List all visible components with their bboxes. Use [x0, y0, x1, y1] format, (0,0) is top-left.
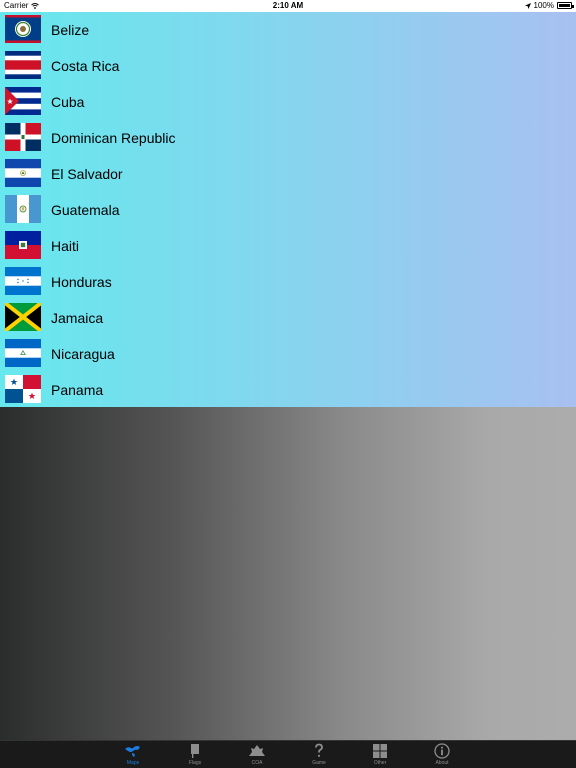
haiti-flag-icon	[5, 231, 41, 259]
list-item-guatemala[interactable]: Guatemala	[0, 192, 576, 228]
tab-bar: Maps Flags COA Game Other About	[0, 740, 576, 768]
guatemala-flag-icon	[5, 195, 41, 223]
list-item-el-salvador[interactable]: El Salvador	[0, 156, 576, 192]
list-item-panama[interactable]: Panama	[0, 372, 576, 408]
map-background	[0, 407, 576, 740]
list-item-jamaica[interactable]: Jamaica	[0, 300, 576, 336]
jamaica-flag-icon	[5, 303, 41, 331]
tab-about[interactable]: About	[417, 741, 467, 768]
coa-icon	[249, 744, 265, 756]
country-name: Dominican Republic	[51, 130, 176, 146]
tab-game[interactable]: Game	[294, 741, 344, 768]
panama-flag-icon	[5, 375, 41, 403]
country-list[interactable]: Belize Costa Rica Cuba Dominican Republi…	[0, 12, 576, 407]
country-name: Cuba	[51, 94, 85, 110]
dominican-republic-flag-icon	[5, 123, 41, 151]
status-bar: Carrier 2:10 AM 100%	[0, 0, 576, 12]
tab-label: Other	[373, 760, 387, 766]
tab-label: Flags	[188, 760, 202, 766]
country-name: El Salvador	[51, 166, 123, 182]
maps-icon	[125, 745, 140, 757]
location-arrow-icon	[524, 2, 531, 9]
nicaragua-flag-icon	[5, 339, 41, 367]
country-name: Honduras	[51, 274, 112, 290]
belize-flag-icon	[5, 15, 41, 43]
country-name: Nicaragua	[51, 346, 115, 362]
tab-label: Game	[312, 760, 326, 766]
country-name: Haiti	[51, 238, 80, 254]
tab-other[interactable]: Other	[355, 741, 405, 768]
tab-maps[interactable]: Maps	[108, 741, 158, 768]
tab-label: About	[435, 760, 449, 766]
list-item-nicaragua[interactable]: Nicaragua	[0, 336, 576, 372]
grid-icon	[373, 743, 387, 758]
tab-flags[interactable]: Flags	[170, 741, 220, 768]
cuba-flag-icon	[5, 87, 41, 115]
list-item-belize[interactable]: Belize	[0, 12, 576, 48]
country-name: Jamaica	[51, 310, 104, 326]
question-icon	[315, 743, 323, 757]
flags-icon	[191, 744, 199, 758]
battery-percent: 100%	[533, 1, 554, 10]
tab-coa[interactable]: COA	[232, 741, 282, 768]
country-name: Guatemala	[51, 202, 120, 218]
list-item-haiti[interactable]: Haiti	[0, 228, 576, 264]
list-item-dominican-republic[interactable]: Dominican Republic	[0, 120, 576, 156]
country-name: Belize	[51, 22, 90, 38]
status-right: 100%	[524, 1, 574, 10]
info-icon	[434, 742, 450, 759]
list-item-costa-rica[interactable]: Costa Rica	[0, 48, 576, 84]
country-name: Costa Rica	[51, 58, 120, 74]
country-name: Panama	[51, 382, 104, 398]
battery-icon	[557, 2, 574, 9]
costa-rica-flag-icon	[5, 51, 41, 79]
tab-label: COA	[251, 760, 263, 766]
honduras-flag-icon	[5, 267, 41, 295]
list-item-cuba[interactable]: Cuba	[0, 84, 576, 120]
tab-label: Maps	[126, 760, 140, 766]
status-time: 2:10 AM	[272, 1, 304, 10]
el-salvador-flag-icon	[5, 159, 41, 187]
list-item-honduras[interactable]: Honduras	[0, 264, 576, 300]
